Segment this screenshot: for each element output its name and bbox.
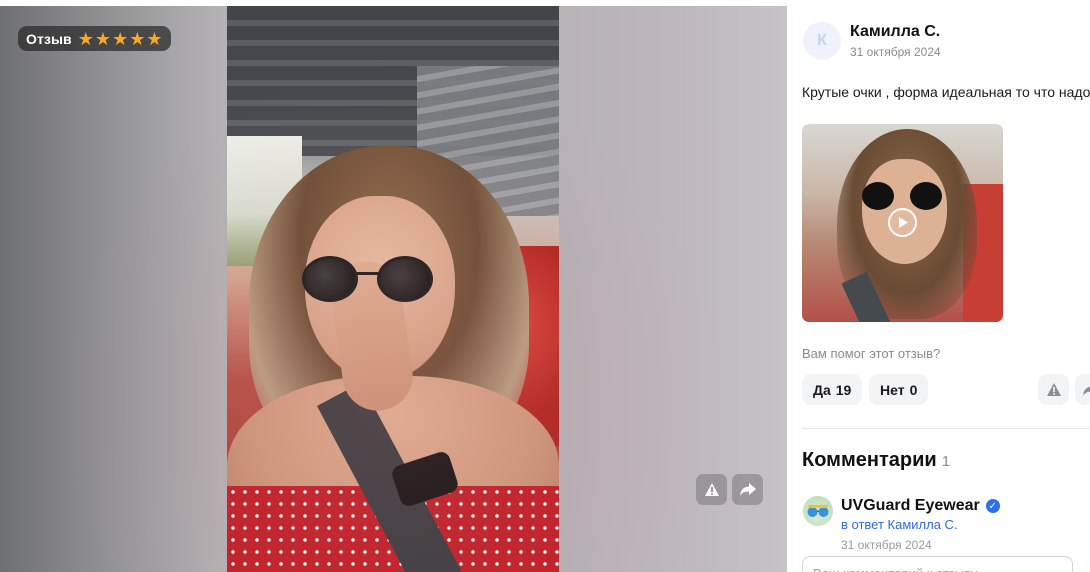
play-icon[interactable] bbox=[888, 208, 917, 237]
review-date: 31 октября 2024 bbox=[850, 45, 941, 59]
no-count: 0 bbox=[909, 381, 918, 398]
sunglasses-logo-icon bbox=[807, 505, 829, 517]
star-icon: ★ bbox=[112, 28, 129, 49]
badge-label: Отзыв bbox=[26, 30, 72, 47]
share-review-button[interactable] bbox=[1075, 374, 1090, 405]
comment-author-name: UVGuard Eyewear bbox=[841, 497, 980, 514]
star-icon: ★ bbox=[146, 28, 163, 49]
star-icon: ★ bbox=[94, 28, 112, 49]
author-name: Камилла С. bbox=[850, 23, 941, 40]
review-photo bbox=[227, 6, 559, 572]
review-author: К Камилла С. 31 октября 2024 bbox=[803, 22, 941, 60]
helpful-yes-button[interactable]: Да 19 bbox=[802, 374, 863, 405]
review-rating-badge: Отзыв ★ ★ ★ ★ ★ bbox=[18, 26, 172, 51]
rating-stars: ★ ★ ★ ★ ★ bbox=[78, 30, 163, 48]
star-icon: ★ bbox=[77, 28, 94, 49]
comments-count: 1 bbox=[941, 453, 951, 470]
share-icon bbox=[1082, 386, 1090, 396]
helpful-question: Вам помог этот отзыв? bbox=[802, 346, 941, 361]
comment-reply-to-link[interactable]: в ответ Камилла С. bbox=[841, 517, 958, 532]
share-button[interactable] bbox=[732, 474, 763, 505]
yes-count: 19 bbox=[835, 381, 852, 398]
review-video-thumbnail[interactable] bbox=[802, 124, 1003, 322]
star-icon: ★ bbox=[129, 28, 146, 49]
no-label: Нет bbox=[880, 381, 905, 398]
review-details-panel: К Камилла С. 31 октября 2024 Крутые очки… bbox=[787, 0, 1090, 572]
comment-date: 31 октября 2024 bbox=[841, 538, 932, 552]
report-review-button[interactable] bbox=[1038, 374, 1069, 405]
helpful-no-button[interactable]: Нет 0 bbox=[869, 374, 929, 405]
media-viewer: Отзыв ★ ★ ★ ★ ★ bbox=[0, 6, 787, 572]
avatar: К bbox=[803, 22, 841, 60]
verified-badge-icon: ✓ bbox=[985, 499, 1000, 513]
seller-avatar bbox=[803, 496, 833, 526]
yes-label: Да bbox=[813, 381, 831, 398]
comments-heading: Комментарии 1 bbox=[802, 449, 950, 472]
warning-icon bbox=[1046, 383, 1061, 396]
divider bbox=[802, 428, 1090, 429]
comment-input[interactable] bbox=[802, 556, 1073, 572]
review-text: Крутые очки , форма идеальная то что над… bbox=[802, 84, 1090, 100]
comments-title: Комментарии bbox=[802, 449, 937, 471]
comment-author: UVGuard Eyewear ✓ bbox=[841, 497, 1000, 515]
warning-icon bbox=[704, 483, 719, 496]
report-button[interactable] bbox=[696, 474, 727, 505]
share-icon bbox=[739, 483, 756, 496]
